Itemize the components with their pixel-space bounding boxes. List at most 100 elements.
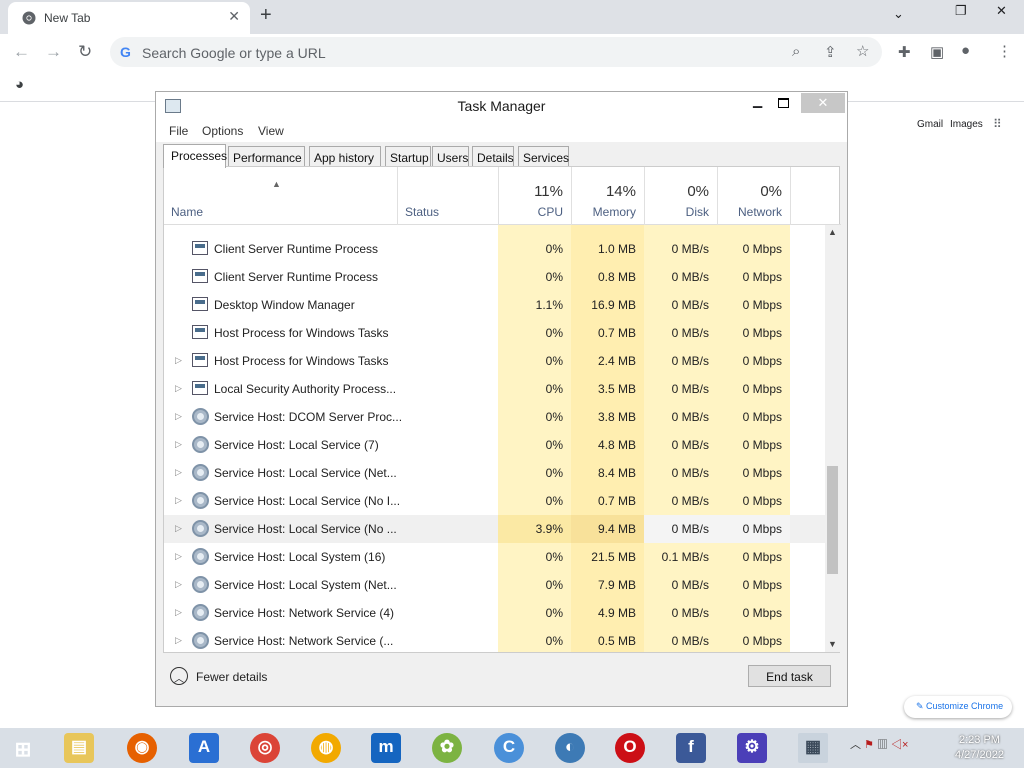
process-name: Service Host: Local Service (No I... — [214, 494, 401, 508]
expand-arrow-icon[interactable]: ▷ — [175, 383, 182, 394]
process-row[interactable]: ▷ Service Host: Local Service (7) 0% 4.8 MB… — [164, 431, 825, 459]
header-cpu[interactable]: 11% CPU — [498, 167, 571, 225]
reload-button[interactable]: ↻ — [78, 42, 92, 62]
header-name[interactable]: Name — [171, 205, 203, 219]
process-row[interactable]: ▷ Service Host: Local System (Net... 0% 7.9… — [164, 571, 825, 599]
back-button[interactable]: ← — [13, 42, 30, 62]
zoom-icon[interactable]: ⌕ — [792, 43, 800, 60]
security-app-icon[interactable]: ◍ — [311, 733, 341, 763]
process-row[interactable]: ▷ Service Host: Network Service (4) 0% 4.9 … — [164, 599, 825, 627]
expand-arrow-icon[interactable]: ▷ — [175, 355, 182, 366]
file-explorer-icon[interactable]: ▤ — [64, 733, 94, 763]
memory-value: 0.7 MB — [597, 494, 636, 508]
share-icon[interactable]: ⇪ — [824, 43, 837, 61]
tray-chevron-icon[interactable]: ︿ — [850, 739, 861, 751]
side-panel-icon[interactable]: ▣ — [930, 43, 944, 61]
process-row[interactable]: Host Process for Windows Tasks 0% 0.7 MB 0 … — [164, 319, 825, 347]
colorful-app-icon[interactable]: ✿ — [432, 733, 462, 763]
vertical-scrollbar[interactable] — [825, 225, 840, 652]
process-row[interactable]: ▷ Local Security Authority Process... 0% 3.… — [164, 375, 825, 403]
expand-arrow-icon[interactable]: ▷ — [175, 551, 182, 562]
chevron-down-icon[interactable]: ⌄ — [893, 6, 904, 22]
address-bar[interactable]: G Search Google or type a URL ⌕ ⇪ ☆ — [110, 37, 882, 67]
process-row[interactable]: Client Server Runtime Process 0% 0.8 MB 0 M… — [164, 263, 825, 291]
expand-arrow-icon[interactable]: ▷ — [175, 495, 182, 506]
process-row[interactable]: ▷ Service Host: Local Service (No ... 3.9%… — [164, 515, 825, 543]
globe-icon[interactable]: ◕ — [15, 76, 24, 93]
process-row[interactable]: ▷ Service Host: DCOM Server Proc... 0% 3.8 … — [164, 403, 825, 431]
tab-processes[interactable]: Processes — [163, 144, 227, 168]
tab-details[interactable]: Details — [472, 146, 514, 167]
ccleaner-icon[interactable]: C — [494, 733, 524, 763]
clock[interactable]: 2:23 PM 4/27/2022 — [955, 733, 1004, 763]
facebook-icon[interactable]: f — [676, 733, 706, 763]
start-windows-icon[interactable]: ⊞ — [8, 733, 38, 763]
header-status-col[interactable]: Status — [397, 167, 498, 225]
menu-dots-icon[interactable]: ⋮ — [997, 42, 1012, 60]
expand-arrow-icon[interactable]: ▷ — [175, 523, 182, 534]
expand-arrow-icon[interactable]: ▷ — [175, 635, 182, 646]
close-window-button[interactable]: ✕ — [996, 3, 1007, 19]
process-row[interactable]: Client Server Runtime Process 0% 1.0 MB 0 M… — [164, 235, 825, 263]
disk-total: 0% — [687, 183, 709, 200]
header-network[interactable]: 0% Network — [717, 167, 790, 225]
fewer-details-button[interactable]: ︿ Fewer details — [170, 667, 280, 687]
menu-view[interactable]: View — [258, 124, 284, 138]
minimize-button[interactable]: ▁ — [753, 94, 762, 108]
tab-performance[interactable]: Performance — [228, 146, 305, 167]
disk-value: 0 MB/s — [671, 242, 709, 256]
menu-options[interactable]: Options — [202, 124, 243, 138]
header-disk[interactable]: 0% Disk — [644, 167, 717, 225]
title-bar[interactable]: Task Manager ▁ ✕ — [156, 92, 847, 120]
forward-button[interactable]: → — [45, 42, 62, 62]
apps-grid-icon[interactable]: ⠿ — [993, 117, 1002, 131]
process-row[interactable]: ▷ Service Host: Network Service (... 0% 0.5… — [164, 627, 825, 652]
expand-arrow-icon[interactable]: ▷ — [175, 467, 182, 478]
expand-arrow-icon[interactable]: ▷ — [175, 607, 182, 618]
menu-file[interactable]: File — [169, 124, 188, 138]
process-row[interactable]: ▷ Service Host: Local Service (No I... 0% 0… — [164, 487, 825, 515]
arc-app-icon[interactable]: A — [189, 733, 219, 763]
settings-gear-icon[interactable]: ⚙ — [737, 733, 767, 763]
customize-chrome-button[interactable]: ✎ Customize Chrome — [904, 696, 1012, 718]
header-spacer — [790, 167, 841, 225]
header-memory[interactable]: 14% Memory — [571, 167, 644, 225]
scroll-down-icon[interactable]: ▼ — [828, 639, 837, 649]
task-manager-taskbar-icon[interactable]: ▦ — [798, 733, 828, 763]
process-row[interactable]: Desktop Window Manager 1.1% 16.9 MB 0 MB/s 0… — [164, 291, 825, 319]
maximize-button[interactable] — [778, 98, 789, 108]
close-tab-icon[interactable]: ✕ — [228, 8, 240, 25]
expand-arrow-icon[interactable]: ▷ — [175, 411, 182, 422]
scroll-thumb[interactable] — [827, 466, 838, 574]
globe-app-icon[interactable]: ◐ — [555, 733, 585, 763]
opera-icon[interactable]: O — [615, 733, 645, 763]
images-link[interactable]: Images — [950, 119, 983, 130]
tab-users[interactable]: Users — [432, 146, 469, 167]
bookmark-star-icon[interactable]: ☆ — [856, 42, 869, 60]
volume-muted-icon[interactable]: ◁× — [891, 739, 908, 751]
profile-avatar-icon[interactable]: ● — [961, 42, 970, 59]
process-row[interactable]: ▷ Service Host: Local Service (Net... 0% 8.… — [164, 459, 825, 487]
close-button[interactable]: ✕ — [801, 93, 845, 113]
tab-startup[interactable]: Startup — [385, 146, 431, 167]
cpu-value: 0% — [545, 382, 563, 396]
end-task-button[interactable]: End task — [748, 665, 831, 687]
gmail-link[interactable]: Gmail — [917, 119, 943, 130]
scroll-up-icon[interactable]: ▲ — [828, 227, 837, 237]
expand-arrow-icon[interactable]: ▷ — [175, 579, 182, 590]
extensions-icon[interactable]: ✚ — [898, 43, 911, 61]
tray-flag-icon[interactable]: ⚑ — [864, 739, 874, 751]
tab-services[interactable]: Services — [518, 146, 569, 167]
new-tab-button[interactable]: + — [260, 4, 272, 27]
process-row[interactable]: ▷ Service Host: Local System (16) 0% 21.5 M… — [164, 543, 825, 571]
network-status-icon[interactable]: ▥ — [877, 739, 888, 751]
chrome-taskbar-icon[interactable]: ◎ — [250, 733, 280, 763]
tab-app-history[interactable]: App history — [309, 146, 381, 167]
maxthon-icon[interactable]: m — [371, 733, 401, 763]
firefox-icon[interactable]: ◉ — [127, 733, 157, 763]
expand-arrow-icon[interactable]: ▷ — [175, 439, 182, 450]
restore-window-button[interactable]: ❐ — [955, 3, 967, 19]
process-row[interactable]: ▷ Host Process for Windows Tasks 0% 2.4 MB 0… — [164, 347, 825, 375]
system-tray[interactable]: ︿ ⚑ ▥ ◁× — [850, 736, 909, 752]
tab-new-tab[interactable]: New Tab ✕ — [8, 2, 250, 34]
